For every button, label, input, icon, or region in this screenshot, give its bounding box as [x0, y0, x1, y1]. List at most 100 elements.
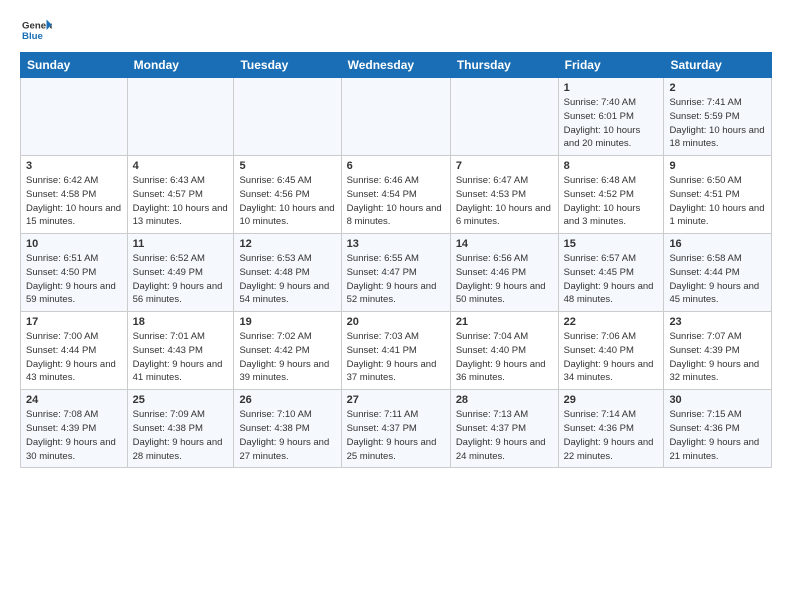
- weekday-header-saturday: Saturday: [664, 53, 772, 78]
- weekday-header-friday: Friday: [558, 53, 664, 78]
- day-info: Sunrise: 7:03 AM Sunset: 4:41 PM Dayligh…: [347, 330, 445, 385]
- day-info: Sunrise: 6:46 AM Sunset: 4:54 PM Dayligh…: [347, 174, 445, 229]
- day-info: Sunrise: 6:58 AM Sunset: 4:44 PM Dayligh…: [669, 252, 766, 307]
- day-number: 4: [133, 160, 229, 172]
- day-info: Sunrise: 7:15 AM Sunset: 4:36 PM Dayligh…: [669, 408, 766, 463]
- week-row-2: 3Sunrise: 6:42 AM Sunset: 4:58 PM Daylig…: [21, 156, 772, 234]
- day-number: 11: [133, 238, 229, 250]
- day-number: 20: [347, 316, 445, 328]
- week-row-5: 24 Sunrise: 7:08 AM Sunset: 4:39 PM Dayli…: [21, 390, 772, 468]
- day-number: 10: [26, 238, 122, 250]
- day-info: Sunrise: 7:08 AM Sunset: 4:39 PM Dayligh…: [26, 408, 122, 463]
- day-number: 17: [26, 316, 122, 328]
- calendar-cell: 5 Sunrise: 6:45 AM Sunset: 4:56 PM Daylig…: [234, 156, 341, 234]
- calendar-cell: 13Sunrise: 6:55 AM Sunset: 4:47 PM Dayli…: [341, 234, 450, 312]
- calendar-table: SundayMondayTuesdayWednesdayThursdayFrid…: [20, 52, 772, 468]
- week-row-1: 1 Sunrise: 7:40 AM Sunset: 6:01 PM Daylig…: [21, 78, 772, 156]
- calendar-cell: 18 Sunrise: 7:01 AM Sunset: 4:43 PM Dayli…: [127, 312, 234, 390]
- calendar-cell: 29 Sunrise: 7:14 AM Sunset: 4:36 PM Dayli…: [558, 390, 664, 468]
- calendar-cell: [127, 78, 234, 156]
- calendar-cell: 7 Sunrise: 6:47 AM Sunset: 4:53 PM Daylig…: [450, 156, 558, 234]
- day-info: Sunrise: 7:41 AM Sunset: 5:59 PM Dayligh…: [669, 96, 766, 151]
- calendar-cell: [21, 78, 128, 156]
- day-number: 26: [239, 394, 335, 406]
- calendar-cell: 9Sunrise: 6:50 AM Sunset: 4:51 PM Daylig…: [664, 156, 772, 234]
- day-number: 16: [669, 238, 766, 250]
- calendar-cell: 2 Sunrise: 7:41 AM Sunset: 5:59 PM Daylig…: [664, 78, 772, 156]
- day-info: Sunrise: 6:45 AM Sunset: 4:56 PM Dayligh…: [239, 174, 335, 229]
- day-number: 18: [133, 316, 229, 328]
- day-number: 1: [564, 82, 659, 94]
- page-header: General Blue: [20, 16, 772, 44]
- day-number: 8: [564, 160, 659, 172]
- day-number: 27: [347, 394, 445, 406]
- calendar-cell: 17 Sunrise: 7:00 AM Sunset: 4:44 PM Dayli…: [21, 312, 128, 390]
- day-info: Sunrise: 6:43 AM Sunset: 4:57 PM Dayligh…: [133, 174, 229, 229]
- calendar-cell: [450, 78, 558, 156]
- day-number: 23: [669, 316, 766, 328]
- calendar-cell: 15Sunrise: 6:57 AM Sunset: 4:45 PM Dayli…: [558, 234, 664, 312]
- weekday-header-tuesday: Tuesday: [234, 53, 341, 78]
- day-info: Sunrise: 6:53 AM Sunset: 4:48 PM Dayligh…: [239, 252, 335, 307]
- weekday-header-row: SundayMondayTuesdayWednesdayThursdayFrid…: [21, 53, 772, 78]
- day-info: Sunrise: 7:06 AM Sunset: 4:40 PM Dayligh…: [564, 330, 659, 385]
- day-info: Sunrise: 7:40 AM Sunset: 6:01 PM Dayligh…: [564, 96, 659, 151]
- calendar-cell: 22Sunrise: 7:06 AM Sunset: 4:40 PM Dayli…: [558, 312, 664, 390]
- day-number: 6: [347, 160, 445, 172]
- day-info: Sunrise: 6:48 AM Sunset: 4:52 PM Dayligh…: [564, 174, 659, 229]
- day-number: 14: [456, 238, 553, 250]
- day-number: 28: [456, 394, 553, 406]
- calendar-cell: 20 Sunrise: 7:03 AM Sunset: 4:41 PM Dayli…: [341, 312, 450, 390]
- day-number: 3: [26, 160, 122, 172]
- day-number: 5: [239, 160, 335, 172]
- weekday-header-wednesday: Wednesday: [341, 53, 450, 78]
- day-info: Sunrise: 7:00 AM Sunset: 4:44 PM Dayligh…: [26, 330, 122, 385]
- calendar-cell: 1 Sunrise: 7:40 AM Sunset: 6:01 PM Daylig…: [558, 78, 664, 156]
- day-number: 24: [26, 394, 122, 406]
- day-number: 2: [669, 82, 766, 94]
- calendar-cell: 24 Sunrise: 7:08 AM Sunset: 4:39 PM Dayli…: [21, 390, 128, 468]
- calendar-cell: 27Sunrise: 7:11 AM Sunset: 4:37 PM Dayli…: [341, 390, 450, 468]
- day-info: Sunrise: 7:02 AM Sunset: 4:42 PM Dayligh…: [239, 330, 335, 385]
- calendar-cell: 6 Sunrise: 6:46 AM Sunset: 4:54 PM Daylig…: [341, 156, 450, 234]
- logo-icon: General Blue: [20, 16, 52, 44]
- day-info: Sunrise: 7:04 AM Sunset: 4:40 PM Dayligh…: [456, 330, 553, 385]
- calendar-cell: 4 Sunrise: 6:43 AM Sunset: 4:57 PM Daylig…: [127, 156, 234, 234]
- week-row-4: 17 Sunrise: 7:00 AM Sunset: 4:44 PM Dayli…: [21, 312, 772, 390]
- day-info: Sunrise: 7:10 AM Sunset: 4:38 PM Dayligh…: [239, 408, 335, 463]
- day-info: Sunrise: 6:56 AM Sunset: 4:46 PM Dayligh…: [456, 252, 553, 307]
- day-number: 21: [456, 316, 553, 328]
- day-number: 25: [133, 394, 229, 406]
- day-number: 13: [347, 238, 445, 250]
- day-info: Sunrise: 7:01 AM Sunset: 4:43 PM Dayligh…: [133, 330, 229, 385]
- calendar-cell: 14 Sunrise: 6:56 AM Sunset: 4:46 PM Dayli…: [450, 234, 558, 312]
- weekday-header-monday: Monday: [127, 53, 234, 78]
- svg-text:Blue: Blue: [22, 31, 43, 42]
- day-info: Sunrise: 7:07 AM Sunset: 4:39 PM Dayligh…: [669, 330, 766, 385]
- calendar-cell: 11 Sunrise: 6:52 AM Sunset: 4:49 PM Dayli…: [127, 234, 234, 312]
- calendar-cell: 28 Sunrise: 7:13 AM Sunset: 4:37 PM Dayli…: [450, 390, 558, 468]
- calendar-cell: 8 Sunrise: 6:48 AM Sunset: 4:52 PM Daylig…: [558, 156, 664, 234]
- calendar-cell: [234, 78, 341, 156]
- day-info: Sunrise: 6:51 AM Sunset: 4:50 PM Dayligh…: [26, 252, 122, 307]
- calendar-cell: 16 Sunrise: 6:58 AM Sunset: 4:44 PM Dayli…: [664, 234, 772, 312]
- day-info: Sunrise: 7:14 AM Sunset: 4:36 PM Dayligh…: [564, 408, 659, 463]
- day-info: Sunrise: 6:52 AM Sunset: 4:49 PM Dayligh…: [133, 252, 229, 307]
- calendar-cell: 10 Sunrise: 6:51 AM Sunset: 4:50 PM Dayli…: [21, 234, 128, 312]
- day-number: 29: [564, 394, 659, 406]
- calendar-cell: 21 Sunrise: 7:04 AM Sunset: 4:40 PM Dayli…: [450, 312, 558, 390]
- day-info: Sunrise: 6:47 AM Sunset: 4:53 PM Dayligh…: [456, 174, 553, 229]
- calendar-cell: 12 Sunrise: 6:53 AM Sunset: 4:48 PM Dayli…: [234, 234, 341, 312]
- day-number: 9: [669, 160, 766, 172]
- day-number: 12: [239, 238, 335, 250]
- week-row-3: 10 Sunrise: 6:51 AM Sunset: 4:50 PM Dayli…: [21, 234, 772, 312]
- calendar-cell: 26 Sunrise: 7:10 AM Sunset: 4:38 PM Dayli…: [234, 390, 341, 468]
- calendar-cell: 23 Sunrise: 7:07 AM Sunset: 4:39 PM Dayli…: [664, 312, 772, 390]
- calendar-cell: 3Sunrise: 6:42 AM Sunset: 4:58 PM Daylig…: [21, 156, 128, 234]
- day-info: Sunrise: 7:09 AM Sunset: 4:38 PM Dayligh…: [133, 408, 229, 463]
- calendar-cell: [341, 78, 450, 156]
- calendar-cell: 30Sunrise: 7:15 AM Sunset: 4:36 PM Dayli…: [664, 390, 772, 468]
- calendar-cell: 25 Sunrise: 7:09 AM Sunset: 4:38 PM Dayli…: [127, 390, 234, 468]
- day-number: 7: [456, 160, 553, 172]
- day-info: Sunrise: 7:13 AM Sunset: 4:37 PM Dayligh…: [456, 408, 553, 463]
